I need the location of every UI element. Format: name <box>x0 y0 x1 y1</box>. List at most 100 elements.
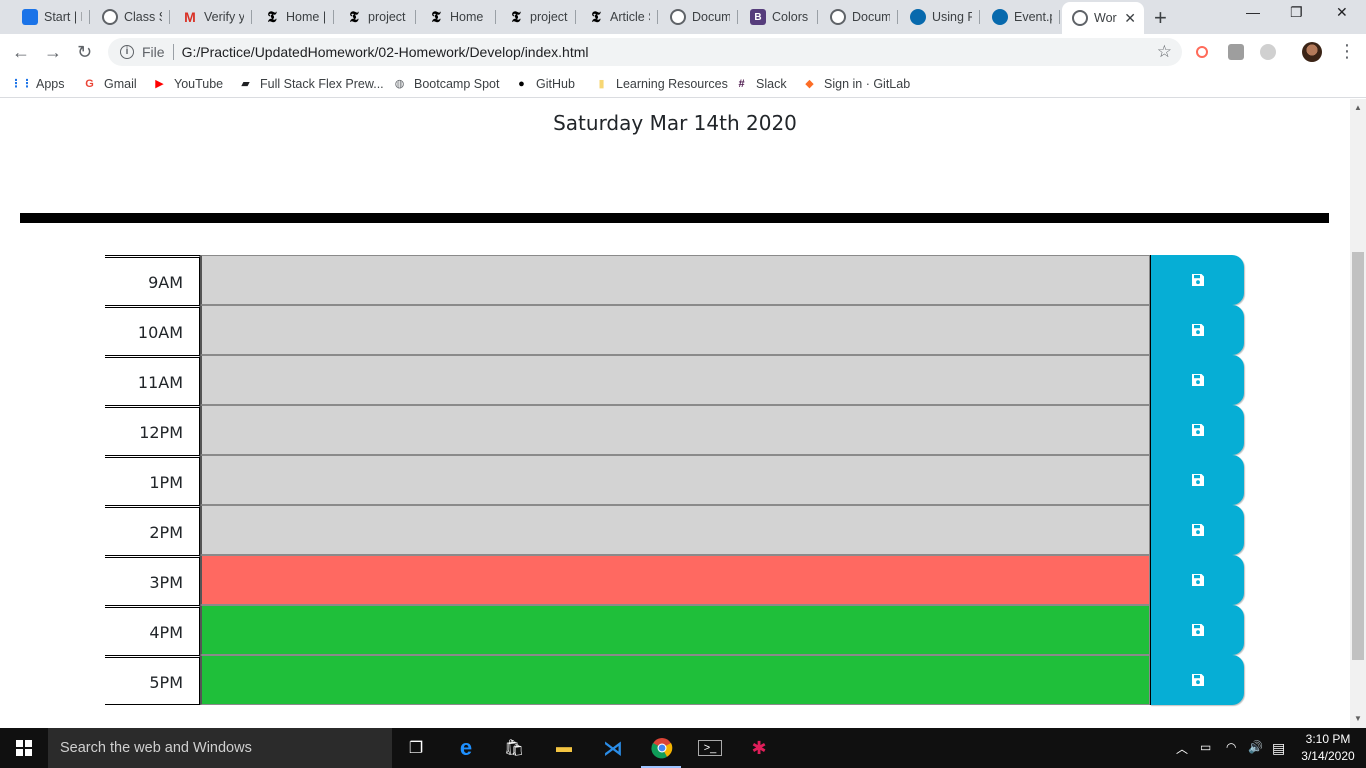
extension-icon[interactable] <box>1196 46 1208 58</box>
browser-tab[interactable]: Docum <box>820 4 898 30</box>
browser-tab[interactable]: 𝕿 Home | <box>418 4 496 30</box>
browser-tab[interactable]: M Verify y <box>172 4 252 30</box>
notification-icon[interactable]: ▤ <box>1272 740 1285 757</box>
planner-container: 9AM 10AM 11AM 12PM 1PM 2PM 3PM 4PM 5PM <box>105 255 1245 705</box>
chrome-icon[interactable] <box>650 736 674 760</box>
event-description-input[interactable] <box>200 255 1150 305</box>
save-floppy-icon <box>1191 273 1205 287</box>
event-description-input[interactable] <box>200 655 1150 705</box>
taskbar-clock[interactable]: 3:10 PM 3/14/2020 <box>1296 731 1360 765</box>
bookmark-label: GitHub <box>536 76 575 91</box>
bookmark-item[interactable]: ⋮⋮ Apps <box>11 76 65 91</box>
save-button[interactable] <box>1150 655 1244 705</box>
save-button[interactable] <box>1150 555 1244 605</box>
bookmark-item[interactable]: ◆ Sign in · GitLab <box>802 76 910 91</box>
address-bar[interactable]: i File G:/Practice/UpdatedHomework/02-Ho… <box>108 38 1182 66</box>
browser-tab[interactable]: Docum <box>660 4 738 30</box>
nyt-icon: 𝕿 <box>511 8 521 26</box>
browser-tab[interactable]: 𝕿 Article S <box>578 4 658 30</box>
bookmark-label: Bootcamp Spot <box>414 76 500 91</box>
reload-icon[interactable]: ↻ <box>77 42 92 63</box>
browser-tab[interactable]: 𝕿 Home | <box>254 4 334 30</box>
save-button[interactable] <box>1150 455 1244 505</box>
bookmark-item[interactable]: ▮ Learning Resources <box>594 76 727 91</box>
browser-tab[interactable]: Start | F <box>12 4 90 30</box>
save-button[interactable] <box>1150 505 1244 555</box>
store-icon[interactable]: 🛍 <box>502 736 526 760</box>
chrome-menu-icon[interactable]: ⋮ <box>1338 41 1356 62</box>
bookmark-item[interactable]: ● GitHub <box>514 76 575 91</box>
nyt-icon: 𝕿 <box>267 8 277 26</box>
browser-tab[interactable]: B Colors <box>740 4 818 30</box>
event-description-input[interactable] <box>200 605 1150 655</box>
bookmark-star-icon[interactable]: ☆ <box>1157 42 1172 62</box>
scroll-down-icon[interactable]: ▼ <box>1354 714 1362 723</box>
bookmark-item[interactable]: ▰ Full Stack Flex Prew... <box>238 76 383 91</box>
tab-label: Article S <box>610 10 650 24</box>
time-block-row: 5PM <box>105 655 1245 705</box>
browser-tab[interactable]: 𝕿project <box>336 4 416 30</box>
info-icon[interactable]: i <box>120 45 134 59</box>
tab-label: Docum <box>852 10 890 24</box>
taskbar-search-box[interactable]: Search the web and Windows <box>48 728 392 768</box>
forward-icon[interactable]: → <box>44 42 62 63</box>
bookmark-item[interactable]: ◍ Bootcamp Spot <box>392 76 500 91</box>
scheme-label: File <box>142 44 165 60</box>
bookmark-item[interactable]: # Slack <box>734 76 786 91</box>
extension-icon[interactable] <box>1260 44 1276 60</box>
browser-tab[interactable]: 𝕿project <box>498 4 576 30</box>
browser-tab[interactable]: Using F <box>900 4 980 30</box>
scroll-up-icon[interactable]: ▲ <box>1354 103 1362 112</box>
task-view-icon[interactable]: ❐ <box>404 736 428 760</box>
windows-taskbar: Search the web and Windows ❐ e 🛍 ▬ ⋊ >_ … <box>0 728 1366 768</box>
close-tab-icon[interactable]: ✕ <box>1124 10 1136 27</box>
bookmark-item[interactable]: G Gmail <box>82 76 136 91</box>
slack-icon[interactable]: ✱ <box>747 736 771 760</box>
volume-icon[interactable]: 🔊 <box>1248 740 1263 754</box>
save-button[interactable] <box>1150 255 1244 305</box>
profile-avatar[interactable] <box>1302 42 1322 62</box>
save-button[interactable] <box>1150 305 1244 355</box>
event-description-input[interactable] <box>200 305 1150 355</box>
event-description-input[interactable] <box>200 405 1150 455</box>
event-description-input[interactable] <box>200 505 1150 555</box>
tab-label: Colors <box>772 10 809 24</box>
browser-tab[interactable]: Event.p <box>982 4 1060 30</box>
bookmark-item[interactable]: ▶ YouTube <box>152 76 223 91</box>
scrollbar-thumb[interactable] <box>1352 252 1364 660</box>
minimize-button[interactable]: — <box>1246 4 1260 20</box>
browser-toolbar: ← → ↻ i File G:/Practice/UpdatedHomework… <box>0 34 1366 70</box>
file-explorer-icon[interactable]: ▬ <box>552 736 576 760</box>
restore-button[interactable]: ❐ <box>1290 4 1303 21</box>
event-description-input[interactable] <box>200 555 1150 605</box>
hour-label: 9AM <box>105 255 200 305</box>
bootstrap-icon: B <box>750 9 766 25</box>
edge-icon[interactable]: e <box>454 735 478 760</box>
url-text[interactable]: G:/Practice/UpdatedHomework/02-Homework/… <box>182 44 589 60</box>
tray-chevron-up-icon[interactable]: ︿ <box>1176 740 1188 757</box>
battery-icon[interactable]: ▭ <box>1200 740 1211 754</box>
globe-icon <box>830 9 846 25</box>
wifi-icon[interactable]: ◠ <box>1226 740 1236 754</box>
save-button[interactable] <box>1150 405 1244 455</box>
globe-icon <box>670 9 686 25</box>
save-button[interactable] <box>1150 605 1244 655</box>
windows-start-icon[interactable] <box>16 740 32 756</box>
browser-tab[interactable]: Wor ✕ <box>1062 2 1144 34</box>
new-tab-button[interactable]: + <box>1154 5 1167 31</box>
vertical-scrollbar[interactable]: ▲ ▼ <box>1350 99 1366 728</box>
browser-tab[interactable]: Class Se <box>92 4 170 30</box>
terminal-icon[interactable]: >_ <box>698 740 722 756</box>
page-viewport: Saturday Mar 14th 2020 9AM 10AM 11AM 12PM 1P… <box>0 99 1350 728</box>
back-icon[interactable]: ← <box>12 42 30 63</box>
tab-label: Home | <box>286 10 326 24</box>
event-description-input[interactable] <box>200 355 1150 405</box>
vscode-icon[interactable]: ⋊ <box>601 736 625 760</box>
tab-label: Start | F <box>44 10 82 24</box>
save-button[interactable] <box>1150 355 1244 405</box>
clock-date: 3/14/2020 <box>1301 749 1355 763</box>
extension-icon[interactable] <box>1228 44 1244 60</box>
save-floppy-icon <box>1191 323 1205 337</box>
close-window-button[interactable]: ✕ <box>1336 4 1348 21</box>
event-description-input[interactable] <box>200 455 1150 505</box>
